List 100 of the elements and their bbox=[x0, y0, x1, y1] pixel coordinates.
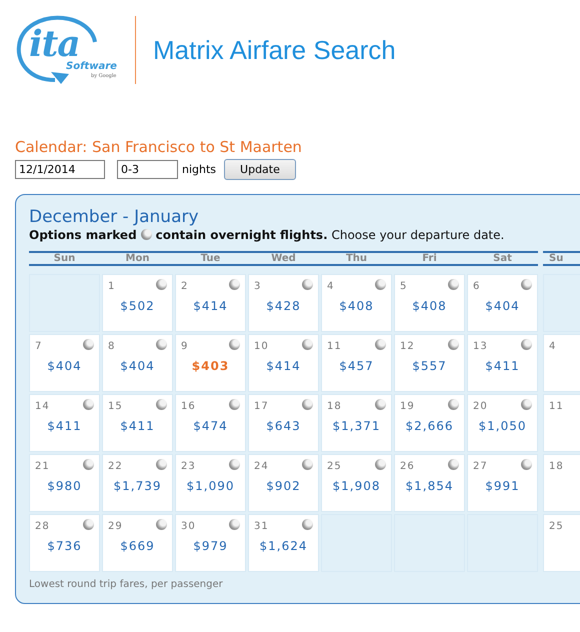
day-cell[interactable]: 4 $408 bbox=[321, 274, 392, 332]
fare-price: $414 bbox=[265, 359, 302, 373]
day-cell[interactable]: 6 $404 bbox=[467, 274, 538, 332]
day-number: 15 bbox=[108, 401, 123, 412]
fare-price: $736 bbox=[46, 539, 83, 553]
day-cell[interactable]: 31 $1,624 bbox=[248, 514, 319, 572]
month-range-title: December - January bbox=[29, 207, 200, 227]
site-title: Matrix Airfare Search bbox=[153, 34, 396, 66]
weekday-label: Su bbox=[548, 253, 564, 264]
day-number: 1 bbox=[108, 281, 116, 292]
day-cell[interactable]: 22 $1,739 bbox=[102, 454, 173, 512]
fare-price: $979 bbox=[192, 539, 229, 553]
day-number: 26 bbox=[400, 461, 415, 472]
day-cell[interactable]: 28 $736 bbox=[29, 514, 100, 572]
day-cell[interactable]: 24 $902 bbox=[248, 454, 319, 512]
weekday-label: Fri bbox=[421, 253, 438, 264]
day-number: 21 bbox=[35, 461, 50, 472]
day-number: 12 bbox=[400, 341, 415, 352]
fare-price: $991 bbox=[484, 479, 521, 493]
nights-field[interactable]: 0-3 bbox=[117, 160, 178, 179]
overnight-icon bbox=[140, 229, 152, 240]
day-cell[interactable]: 18 $1,371 bbox=[321, 394, 392, 452]
fare-price: $1,050 bbox=[478, 419, 528, 433]
date-field[interactable]: 12/1/2014 bbox=[15, 160, 105, 179]
day-cell[interactable]: 7 $404 bbox=[29, 334, 100, 392]
day-cell[interactable]: 19 $2,666 bbox=[394, 394, 465, 452]
fare-price: $408 bbox=[411, 299, 448, 313]
day-number: 9 bbox=[181, 341, 188, 352]
day-cell[interactable]: 11 $457 bbox=[321, 334, 392, 392]
weekday-label: Thu bbox=[344, 253, 368, 264]
fare-price: $411 bbox=[46, 419, 83, 433]
day-number: 22 bbox=[108, 461, 123, 472]
day-number: 19 bbox=[400, 401, 415, 412]
fare-price: $502 bbox=[119, 299, 156, 313]
update-button[interactable]: Update bbox=[224, 159, 296, 180]
day-number: 27 bbox=[473, 461, 488, 472]
day-number: 18 bbox=[549, 461, 564, 472]
day-cell[interactable]: 29 $669 bbox=[102, 514, 173, 572]
day-number: 28 bbox=[35, 521, 50, 532]
fare-price: $414 bbox=[192, 299, 229, 313]
legend-text: Options marked bbox=[29, 228, 137, 242]
day-cell[interactable]: 3 $428 bbox=[248, 274, 319, 332]
fare-price: $404 bbox=[46, 359, 83, 373]
day-number: 17 bbox=[254, 401, 269, 412]
day-cell[interactable]: 2 $414 bbox=[175, 274, 246, 332]
day-cell[interactable]: 13 $411 bbox=[467, 334, 538, 392]
day-cell[interactable]: 1 $502 bbox=[102, 274, 173, 332]
weekday-label: Sat bbox=[492, 253, 513, 264]
fare-price: $428 bbox=[265, 299, 302, 313]
day-cell[interactable]: 27 $991 bbox=[467, 454, 538, 512]
day-cell[interactable]: 25 $1,908 bbox=[321, 454, 392, 512]
fare-price: $1,739 bbox=[112, 479, 162, 493]
day-number: 14 bbox=[35, 401, 50, 412]
day-cell[interactable]: 14 $411 bbox=[29, 394, 100, 452]
day-cell[interactable]: 20 $1,050 bbox=[467, 394, 538, 452]
fare-price: $1,371 bbox=[332, 419, 382, 433]
nights-label: nights bbox=[182, 163, 216, 176]
fare-price: $457 bbox=[338, 359, 375, 373]
day-number: 2 bbox=[181, 281, 188, 292]
day-number: 23 bbox=[181, 461, 196, 472]
day-number: 11 bbox=[549, 401, 564, 412]
fare-price: $669 bbox=[119, 539, 156, 553]
day-cell[interactable]: 12 $557 bbox=[394, 334, 465, 392]
day-cell[interactable]: 21 $980 bbox=[29, 454, 100, 512]
day-number: 25 bbox=[327, 461, 342, 472]
day-cell[interactable]: 10 $414 bbox=[248, 334, 319, 392]
fare-price: $902 bbox=[265, 479, 302, 493]
day-cell[interactable]: 17 $643 bbox=[248, 394, 319, 452]
day-cell[interactable]: 8 $404 bbox=[102, 334, 173, 392]
day-number: 13 bbox=[473, 341, 488, 352]
fare-price: $643 bbox=[265, 419, 302, 433]
weekday-label: Wed bbox=[270, 253, 297, 264]
day-cell[interactable]: 26 $1,854 bbox=[394, 454, 465, 512]
day-number: 31 bbox=[254, 521, 269, 532]
weekday-label: Tue bbox=[200, 253, 222, 264]
fare-price: $404 bbox=[484, 299, 521, 313]
fare-price: $557 bbox=[411, 359, 448, 373]
day-number: 10 bbox=[254, 341, 269, 352]
day-cell[interactable]: 9 $403 bbox=[175, 334, 246, 392]
day-cell[interactable]: 18 bbox=[543, 454, 580, 512]
day-cell[interactable]: 15 $411 bbox=[102, 394, 173, 452]
day-number: 7 bbox=[35, 341, 42, 352]
day-number: 6 bbox=[473, 281, 480, 292]
day-cell[interactable]: 25 bbox=[543, 514, 580, 572]
day-cell[interactable]: 16 $474 bbox=[175, 394, 246, 452]
day-cell[interactable]: 30 $979 bbox=[175, 514, 246, 572]
fare-price: $1,090 bbox=[186, 479, 236, 493]
day-number: 29 bbox=[108, 521, 123, 532]
fare-price: $411 bbox=[484, 359, 521, 373]
day-number: 20 bbox=[473, 401, 488, 412]
day-cell[interactable]: 5 $408 bbox=[394, 274, 465, 332]
day-number: 4 bbox=[327, 281, 334, 292]
fare-price: $404 bbox=[119, 359, 156, 373]
day-cell[interactable]: 11 bbox=[543, 394, 580, 452]
day-cell[interactable]: 23 $1,090 bbox=[175, 454, 246, 512]
day-number: 5 bbox=[400, 281, 408, 292]
day-number: 11 bbox=[327, 341, 342, 352]
day-cell[interactable]: 4 bbox=[543, 334, 580, 392]
day-number: 16 bbox=[181, 401, 196, 412]
weekday-label: Mon bbox=[124, 253, 150, 264]
